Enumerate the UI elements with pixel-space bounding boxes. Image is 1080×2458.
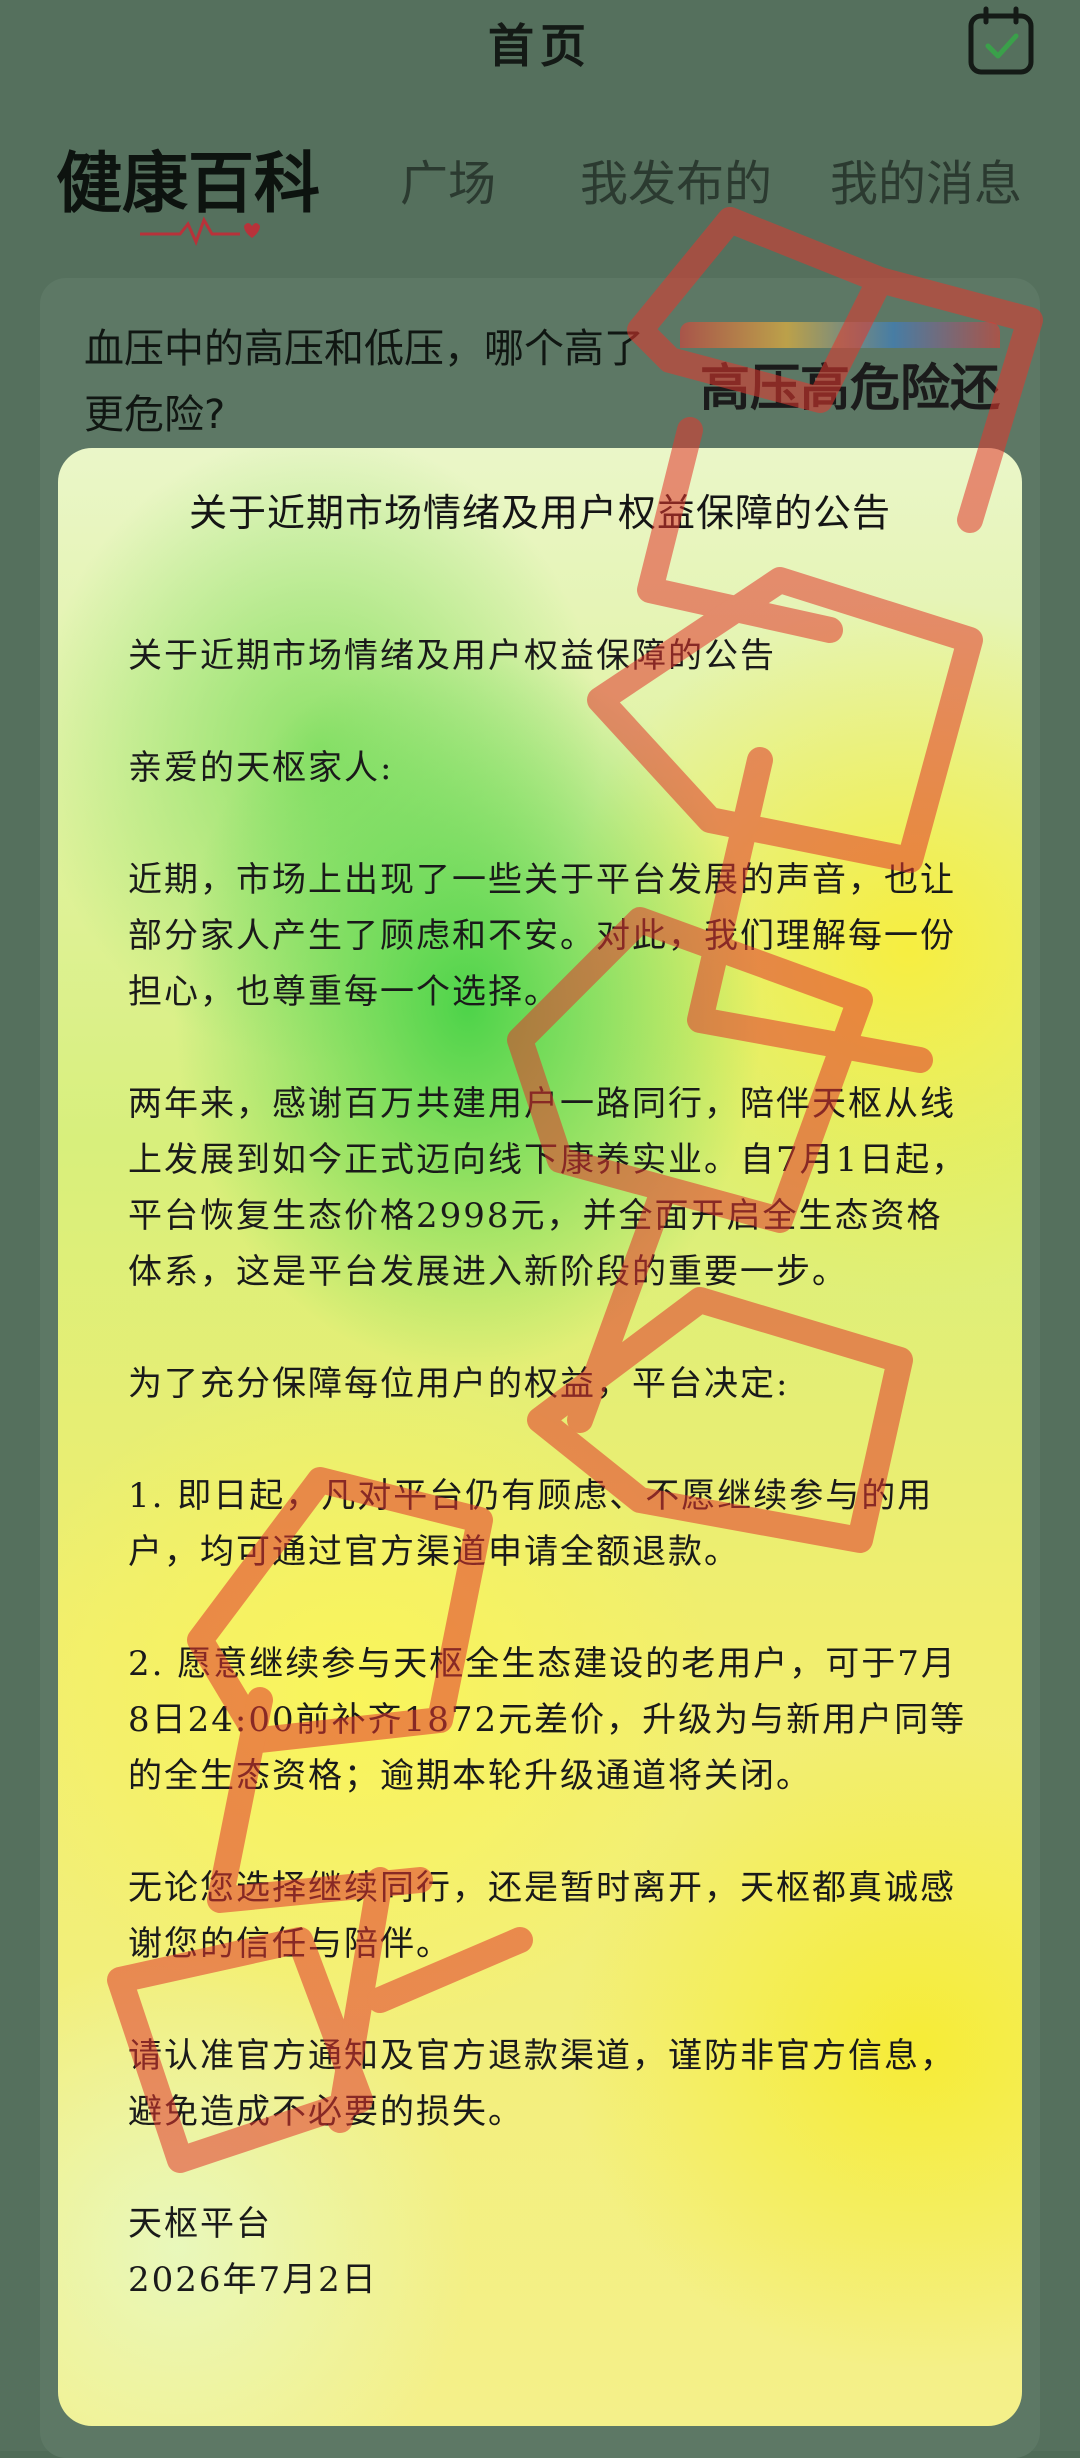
tab-health-encyclopedia[interactable]: 健康百科 bbox=[56, 130, 320, 226]
announcement-paragraph: 两年来，感谢百万共建用户一路同行，陪伴天枢从线上发展到如今正式迈向线下康养实业。… bbox=[128, 1084, 968, 1292]
article-title[interactable]: 血压中的高压和低压，哪个高了更危险? bbox=[84, 316, 644, 448]
announcement-date: 2026年7月2日 bbox=[128, 2260, 378, 2300]
announcement-item: 1. 即日起，凡对平台仍有顾虑、不愿继续参与的用户，均可通过官方渠道申请全额退款… bbox=[128, 1476, 934, 1572]
heartbeat-indicator-icon bbox=[140, 216, 260, 246]
announcement-paragraph: 无论您选择继续同行，还是暂时离开，天枢都真诚感谢您的信任与陪伴。 bbox=[128, 1868, 956, 1964]
announcement-item: 2. 愿意继续参与天枢全生态建设的老用户，可于7月8日24:00前补齐1872元… bbox=[128, 1644, 967, 1796]
banner-strip bbox=[680, 322, 1000, 348]
announcement-paragraph: 请认准官方通知及官方退款渠道，谨防非官方信息，避免造成不必要的损失。 bbox=[128, 2036, 956, 2132]
announcement-signature: 天枢平台 bbox=[128, 2204, 272, 2244]
calendar-check-icon[interactable] bbox=[966, 6, 1036, 76]
announcement-title: 关于近期市场情绪及用户权益保障的公告 bbox=[188, 491, 891, 535]
announcement-greeting: 亲爱的天枢家人: bbox=[128, 748, 394, 788]
tab-my-posts[interactable]: 我发布的 bbox=[580, 144, 772, 214]
announcement-paragraph: 近期，市场上出现了一些关于平台发展的声音，也让部分家人产生了顾虑和不安。对此，我… bbox=[128, 860, 956, 1012]
page-title: 首页 bbox=[488, 19, 592, 73]
tab-my-messages[interactable]: 我的消息 bbox=[830, 144, 1022, 214]
article-thumbnail[interactable]: 高压高危险还 bbox=[680, 322, 1000, 432]
announcement-modal: 关于近期市场情绪及用户权益保障的公告 关于近期市场情绪及用户权益保障的公告 亲爱… bbox=[58, 448, 1022, 2426]
announcement-paragraph: 为了充分保障每位用户的权益，平台决定: bbox=[128, 1364, 790, 1404]
top-bar: 首页 bbox=[0, 0, 1080, 90]
banner-text: 高压高危险还 bbox=[700, 359, 1000, 417]
announcement-heading: 关于近期市场情绪及用户权益保障的公告 bbox=[128, 636, 776, 676]
category-tabs: 健康百科 广场 我发布的 我的消息 bbox=[0, 130, 1080, 250]
announcement-body: 关于近期市场情绪及用户权益保障的公告 亲爱的天枢家人: 近期，市场上出现了一些关… bbox=[128, 628, 968, 2308]
tab-square[interactable]: 广场 bbox=[400, 144, 496, 214]
